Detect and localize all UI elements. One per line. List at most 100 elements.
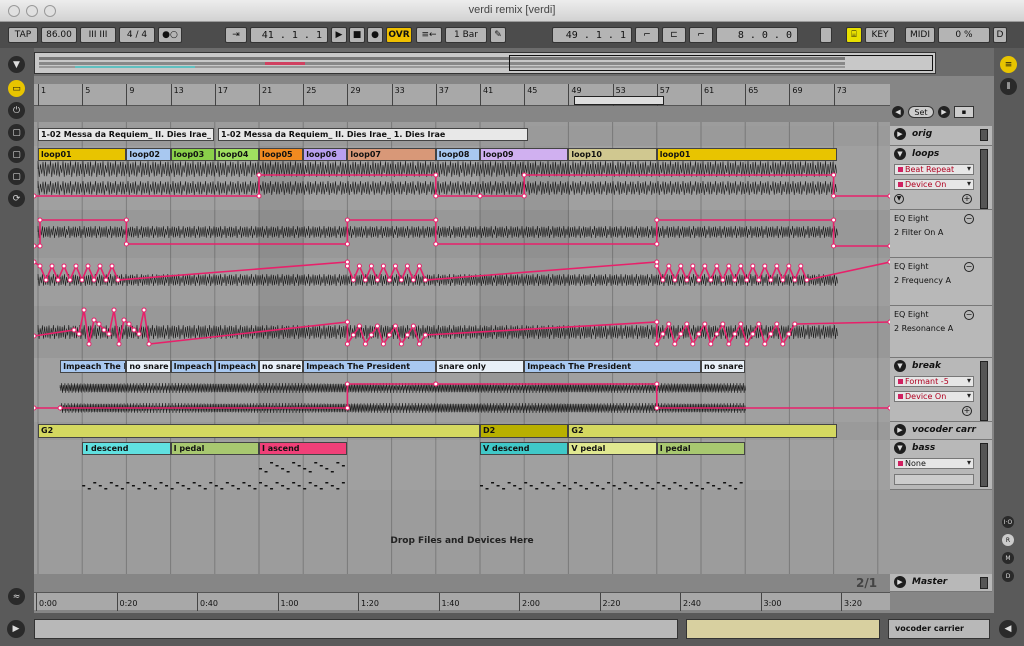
midi-clip-bass[interactable]: I pedal <box>170 442 259 455</box>
midi-map-button[interactable]: MIDI <box>905 27 935 43</box>
audio-clip-break[interactable]: Impeach T <box>170 360 215 373</box>
track-fold-bass[interactable]: ▼ <box>894 442 906 454</box>
quantization-menu[interactable]: 1 Bar <box>445 27 487 43</box>
record-icon[interactable]: ● <box>367 27 383 43</box>
audio-clip-loop[interactable]: loop01 <box>656 148 837 161</box>
automation-header-2[interactable]: EQ Eight 2 Frequency A − <box>890 258 992 306</box>
hot-swap-icon[interactable]: ⟳ <box>8 190 25 207</box>
audio-clip-loop[interactable]: loop05 <box>259 148 304 161</box>
audio-clip-break[interactable]: Impeach The President <box>524 360 701 373</box>
midi-clip-vocoder[interactable]: G2 <box>38 424 480 438</box>
audio-clip-loop[interactable]: loop03 <box>170 148 215 161</box>
loop-switch-icon[interactable]: ⊏ <box>662 27 686 43</box>
audio-clip-loop[interactable]: loop02 <box>126 148 171 161</box>
audio-clip-orig[interactable]: 1-02 Messa da Requiem_ II. Dies Irae_ 1.… <box>218 128 528 141</box>
key-map-button[interactable]: KEY <box>865 27 895 43</box>
time-signature-field[interactable]: 4 / 4 <box>119 27 155 43</box>
midi-clip-bass[interactable]: V descend <box>480 442 569 455</box>
fold-automation-icon[interactable]: ▼ <box>894 194 904 204</box>
track-header-master[interactable]: ▶ Master <box>890 574 992 592</box>
remove-lane-icon[interactable]: − <box>964 262 974 272</box>
loop-brace[interactable] <box>574 96 664 105</box>
device-chooser-break[interactable]: Formant -5 <box>894 376 974 387</box>
audio-clip-loop[interactable]: loop06 <box>303 148 348 161</box>
audio-clip-break[interactable]: no snare <box>259 360 304 373</box>
nudge-buttons[interactable]: III III <box>80 27 116 43</box>
stop-icon[interactable]: ■ <box>349 27 365 43</box>
time-ruler[interactable]: 0:00 0:20 0:40 1:00 1:20 1:40 2:00 2:20 2:40 3:00… <box>34 592 890 611</box>
delay-toggle-icon[interactable]: D <box>1002 570 1014 582</box>
track-header-vocoder[interactable]: ▶ vocoder carr <box>890 422 992 440</box>
mixer-toggle-icon[interactable]: M <box>1002 552 1014 564</box>
track-fold-break[interactable]: ▼ <box>894 360 906 372</box>
overdub-button[interactable]: OVR <box>386 27 412 43</box>
play-icon[interactable]: ▶ <box>331 27 347 43</box>
automation-header-3[interactable]: EQ Eight 2 Resonance A − <box>890 306 992 358</box>
audio-clip-break[interactable]: no snare <box>701 360 746 373</box>
track-activator-master[interactable]: ▶ <box>894 576 906 588</box>
track-activator-vocoder[interactable]: ▶ <box>894 424 906 436</box>
audio-clip-loop[interactable]: loop01 <box>38 148 127 161</box>
punch-in-icon[interactable]: ⌐ <box>635 27 659 43</box>
io-toggle-icon[interactable]: I·O <box>1002 516 1014 528</box>
keyboard-icon[interactable]: ⌸ <box>846 27 862 43</box>
audio-clip-break[interactable]: Impeach The P <box>60 360 127 373</box>
parameter-chooser-break[interactable]: Device On <box>894 391 974 402</box>
beat-time-ruler[interactable]: 1 5 9 13 17 21 25 29 33 37 41 45 49 53 57 61 65 69 73 <box>34 84 890 106</box>
hide-browser-icon[interactable]: ▼ <box>8 56 25 73</box>
arrangement-view-icon[interactable]: ≡ <box>1000 56 1017 73</box>
overview-toggle-icon[interactable]: ≈ <box>8 588 25 605</box>
track-header-orig[interactable]: ▶ orig <box>890 126 992 146</box>
midi-clip-bass[interactable]: V pedal <box>568 442 657 455</box>
returns-toggle-icon[interactable]: R <box>1002 534 1014 546</box>
audio-clip-break[interactable]: Impeach The President <box>303 360 436 373</box>
track-activator-orig[interactable]: ▶ <box>894 128 906 140</box>
input-channel-chooser[interactable] <box>894 474 974 485</box>
detail-view-toggle-icon[interactable]: ◀ <box>999 620 1017 638</box>
clip-overview-strip[interactable] <box>686 619 880 639</box>
next-locator-icon[interactable]: ▶ <box>938 106 950 118</box>
metronome-button[interactable]: ●○ <box>158 27 182 43</box>
audio-clip-loop[interactable]: loop07 <box>347 148 436 161</box>
audio-clip-loop[interactable]: loop09 <box>480 148 569 161</box>
audio-clip-loop[interactable]: loop08 <box>435 148 480 161</box>
midi-clip-bass[interactable]: I pedal <box>656 442 746 455</box>
set-locator-button[interactable]: Set <box>908 106 934 118</box>
session-view-icon[interactable]: ⦀ <box>1000 78 1017 95</box>
file-browser-2-icon[interactable]: ▢ <box>8 146 25 163</box>
audio-clip-loop[interactable]: loop04 <box>214 148 259 161</box>
device-browser-icon[interactable]: ▭ <box>8 80 25 97</box>
audio-clip-break[interactable]: no snare <box>126 360 171 373</box>
track-header-loops[interactable]: ▼ loops Beat Repeat Device On ▼ + <box>890 146 992 210</box>
file-browser-3-icon[interactable]: ▢ <box>8 168 25 185</box>
overview-visible-region[interactable] <box>509 55 933 71</box>
input-chooser-bass[interactable]: None <box>894 458 974 469</box>
add-automation-lane-icon[interactable]: + <box>962 406 972 416</box>
device-chooser-loops[interactable]: Beat Repeat <box>894 164 974 175</box>
automation-header-1[interactable]: EQ Eight 2 Filter On A − <box>890 210 992 258</box>
loop-length-field[interactable]: 8 . 0 . 0 <box>716 27 798 43</box>
audio-clip-break[interactable]: snare only <box>435 360 525 373</box>
info-view-toggle-icon[interactable]: ▶ <box>7 620 25 638</box>
arrangement-overview[interactable] <box>34 52 936 74</box>
track-header-break[interactable]: ▼ break Formant -5 Device On + <box>890 358 992 422</box>
prev-locator-icon[interactable]: ◀ <box>892 106 904 118</box>
audio-clip-break[interactable]: Impeach T <box>214 360 259 373</box>
draw-mode-icon[interactable]: ✎ <box>490 27 506 43</box>
tap-tempo-button[interactable]: TAP <box>8 27 38 43</box>
midi-clip-vocoder[interactable]: D2 <box>480 424 569 438</box>
parameter-chooser-loops[interactable]: Device On <box>894 179 974 190</box>
midi-clip-bass[interactable]: I descend <box>82 442 171 455</box>
tempo-field[interactable]: 86.00 <box>41 27 77 43</box>
punch-out-icon[interactable]: ⌐ <box>689 27 713 43</box>
midi-clip-vocoder[interactable]: G2 <box>568 424 837 438</box>
follow-button[interactable]: ⇥ <box>225 27 247 43</box>
remove-lane-icon[interactable]: − <box>964 310 974 320</box>
lock-icon[interactable]: ▪ <box>954 106 974 118</box>
automation-arm-icon[interactable]: ≡← <box>416 27 442 43</box>
plugin-browser-icon[interactable]: ⏻ <box>8 102 25 119</box>
remove-lane-icon[interactable]: − <box>964 214 974 224</box>
arrangement-position-field[interactable]: 41 . 1 . 1 <box>250 27 328 43</box>
track-fold-loops[interactable]: ▼ <box>894 148 906 160</box>
audio-clip-orig[interactable]: 1-02 Messa da Requiem_ II. Dies Irae_ 1. <box>38 128 214 141</box>
